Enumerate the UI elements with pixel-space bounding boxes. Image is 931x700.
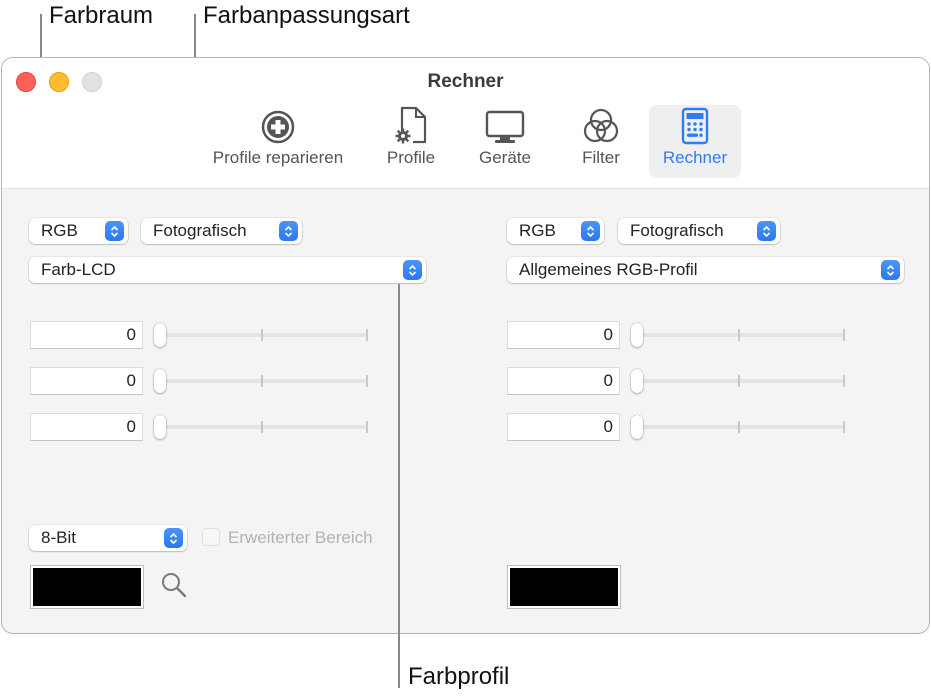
right-channel-2-slider[interactable] xyxy=(631,369,847,393)
right-channel-1-slider[interactable] xyxy=(631,323,847,347)
popup-value: Farb-LCD xyxy=(41,260,116,279)
chevron-updown-icon xyxy=(881,260,900,280)
chevron-updown-icon xyxy=(279,221,298,241)
slider-thumb[interactable] xyxy=(154,415,166,439)
toolbar-devices[interactable]: Geräte xyxy=(468,105,542,178)
popup-value: Fotografisch xyxy=(630,221,724,240)
chevron-updown-icon xyxy=(164,528,183,548)
toolbar-calculator[interactable]: Rechner xyxy=(649,105,741,178)
left-profile-popup[interactable]: Farb-LCD xyxy=(29,257,426,283)
toolbar-filters[interactable]: Filter xyxy=(566,105,636,178)
right-channel-3-field[interactable]: 0 xyxy=(507,413,620,441)
extended-range-checkbox[interactable] xyxy=(202,528,220,546)
popup-value: 8-Bit xyxy=(41,528,76,547)
toolbar-label: Profile xyxy=(386,148,436,167)
toolbar-label: Profile reparieren xyxy=(212,148,344,167)
popup-value: RGB xyxy=(41,221,78,240)
left-channel-1-field[interactable]: 0 xyxy=(30,321,143,349)
colorsync-window: Rechner Profile reparieren Profile Gerät… xyxy=(1,57,930,634)
bit-depth-popup[interactable]: 8-Bit xyxy=(29,525,187,551)
toolbar-repair-profiles[interactable]: Profile reparieren xyxy=(198,105,358,178)
swatch-fill xyxy=(510,568,618,606)
left-channel-2-slider[interactable] xyxy=(154,369,370,393)
toolbar-label: Rechner xyxy=(662,148,728,167)
right-channel-1-field[interactable]: 0 xyxy=(507,321,620,349)
chevron-updown-icon xyxy=(403,260,422,280)
callout-line-color-profile xyxy=(398,284,400,688)
slider-thumb[interactable] xyxy=(631,369,643,393)
toolbar-label: Filter xyxy=(582,148,620,167)
left-channel-2-field[interactable]: 0 xyxy=(30,367,143,395)
right-color-space-popup[interactable]: RGB xyxy=(507,218,604,244)
left-channel-3-field[interactable]: 0 xyxy=(30,413,143,441)
popup-value: RGB xyxy=(519,221,556,240)
display-monitor-icon xyxy=(485,105,525,145)
callout-color-profile: Farbprofil xyxy=(408,663,510,690)
right-channel-3-slider[interactable] xyxy=(631,415,847,439)
left-color-space-popup[interactable]: RGB xyxy=(29,218,128,244)
left-channel-1-slider[interactable] xyxy=(154,323,370,347)
slider-thumb[interactable] xyxy=(631,323,643,347)
swatch-fill xyxy=(33,568,141,606)
callout-rendering-intent: Farbanpassungsart xyxy=(203,2,410,29)
calculator-icon xyxy=(681,105,709,145)
slider-thumb[interactable] xyxy=(631,415,643,439)
callout-color-space: Farbraum xyxy=(49,2,154,29)
slider-thumb[interactable] xyxy=(154,369,166,393)
left-rendering-intent-popup[interactable]: Fotografisch xyxy=(141,218,302,244)
right-rendering-intent-popup[interactable]: Fotografisch xyxy=(618,218,780,244)
repair-plus-circle-icon xyxy=(260,105,296,145)
right-profile-popup[interactable]: Allgemeines RGB-Profil xyxy=(507,257,904,283)
filter-circles-icon xyxy=(582,105,620,145)
titlebar: Rechner Profile reparieren Profile Gerät… xyxy=(2,58,929,189)
left-color-swatch[interactable] xyxy=(30,565,144,609)
profile-document-gear-icon xyxy=(393,105,429,145)
toolbar-label: Geräte xyxy=(479,148,531,167)
slider-thumb[interactable] xyxy=(154,323,166,347)
left-channel-3-slider[interactable] xyxy=(154,415,370,439)
toolbar-profiles[interactable]: Profile xyxy=(375,105,447,178)
window-title: Rechner xyxy=(427,71,504,92)
right-color-swatch[interactable] xyxy=(507,565,621,609)
magnifier-icon[interactable] xyxy=(160,571,188,604)
extended-range-label: Erweiterter Bereich xyxy=(228,528,373,547)
popup-value: Allgemeines RGB-Profil xyxy=(519,260,698,279)
chevron-updown-icon xyxy=(757,221,776,241)
popup-value: Fotografisch xyxy=(153,221,247,240)
right-channel-2-field[interactable]: 0 xyxy=(507,367,620,395)
chevron-updown-icon xyxy=(581,221,600,241)
chevron-updown-icon xyxy=(105,221,124,241)
